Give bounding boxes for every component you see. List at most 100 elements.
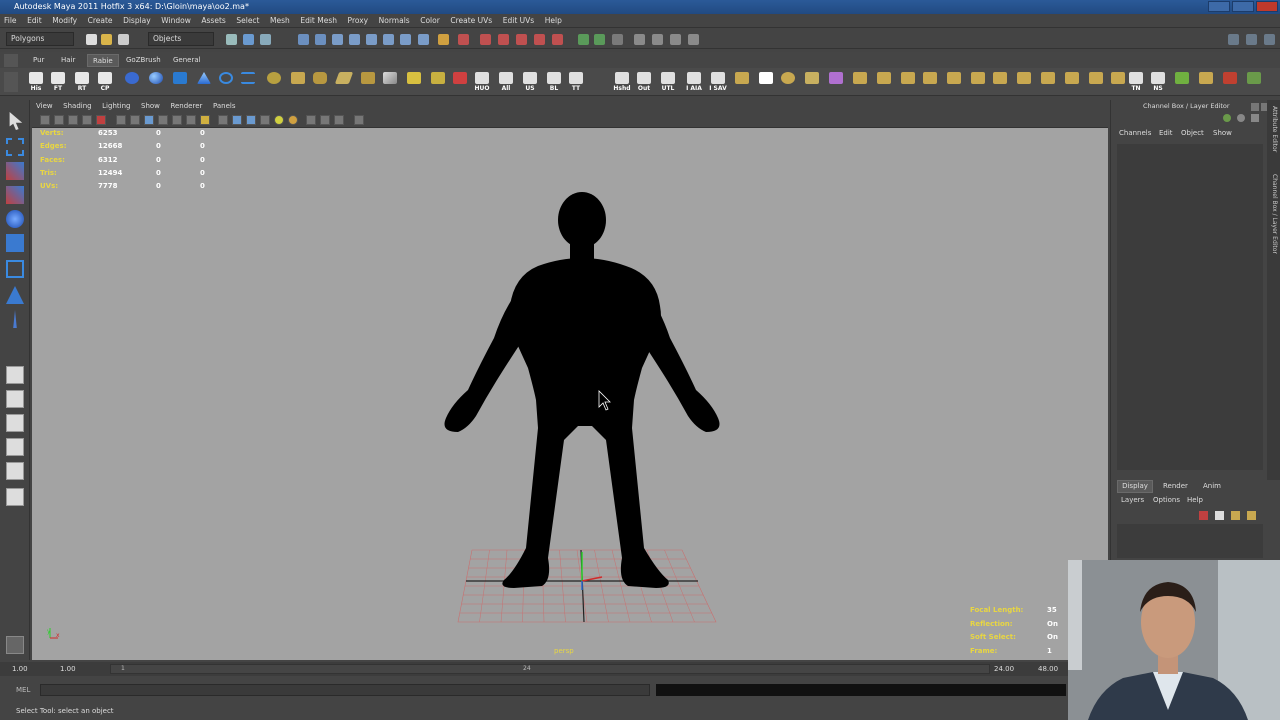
menu-window[interactable]: Window xyxy=(157,14,195,28)
isolate-select-icon[interactable] xyxy=(334,115,344,125)
bookmarks-icon[interactable] xyxy=(68,115,78,125)
range-slider-bar[interactable]: 1 24 xyxy=(110,664,990,674)
render-settings-icon[interactable] xyxy=(670,34,681,45)
shelf-his-button[interactable]: His xyxy=(26,71,46,93)
shelf-cube2-button[interactable] xyxy=(850,71,870,93)
shelf-options-icon[interactable] xyxy=(4,72,18,92)
persp-outliner-graph-layout-icon[interactable] xyxy=(6,488,24,506)
soft-mod-tool-icon[interactable] xyxy=(6,286,24,304)
select-handles-icon[interactable] xyxy=(298,34,309,45)
toggle-tool-settings-icon[interactable] xyxy=(1264,34,1275,45)
select-tool-icon[interactable] xyxy=(9,112,23,130)
shelf-red-button[interactable] xyxy=(1220,71,1240,93)
shelf-sphere-button[interactable] xyxy=(146,71,166,93)
lasso-tool-icon[interactable] xyxy=(6,138,24,156)
shelf-huo-button[interactable]: HUO xyxy=(472,71,492,93)
shelf-hshd-button[interactable]: Hshd xyxy=(612,71,632,93)
shelf-tab-hair[interactable]: Hair xyxy=(56,54,80,67)
snap-curve-icon[interactable] xyxy=(498,34,509,45)
shelf-poly-plane-button[interactable] xyxy=(334,71,354,93)
shelf-mirror-button[interactable] xyxy=(756,71,776,93)
safe-action-icon[interactable] xyxy=(186,115,196,125)
save-scene-icon[interactable] xyxy=(118,34,129,45)
shelf-smooth-button[interactable] xyxy=(778,71,798,93)
shelf-poly-cylinder-button[interactable] xyxy=(310,71,330,93)
move-tool-icon[interactable] xyxy=(6,186,24,204)
minimize-button[interactable] xyxy=(1208,1,1230,12)
select-deformers-icon[interactable] xyxy=(366,34,377,45)
panel-menu-renderer[interactable]: Renderer xyxy=(166,100,206,112)
shelf-cp-button[interactable]: CP xyxy=(95,71,115,93)
shelf-paint-button[interactable] xyxy=(380,71,400,93)
shelf-light-button[interactable] xyxy=(826,71,846,93)
snap-point-icon[interactable] xyxy=(516,34,527,45)
panel-menu-view[interactable]: View xyxy=(32,100,57,112)
shelf-isav-button[interactable]: I SAV xyxy=(708,71,728,93)
scale-tool-icon[interactable] xyxy=(6,234,24,252)
menu-edit-uvs[interactable]: Edit UVs xyxy=(499,14,538,28)
hierarchy-mode-icon[interactable] xyxy=(226,34,237,45)
shelf-poly-pipe-button[interactable] xyxy=(358,71,378,93)
use-all-lights-icon[interactable] xyxy=(274,115,284,125)
show-manipulator-icon[interactable] xyxy=(13,310,17,328)
shelf-utl-button[interactable]: UTL xyxy=(658,71,678,93)
channelbox-menu-object[interactable]: Object xyxy=(1181,129,1204,137)
shelf-tab-rabie[interactable]: Rabie xyxy=(87,54,119,67)
rotate-tool-icon[interactable] xyxy=(6,210,24,228)
shelf-wedge-button[interactable] xyxy=(898,71,918,93)
shelf-us-button[interactable]: US xyxy=(520,71,540,93)
shelf-append-button[interactable] xyxy=(920,71,940,93)
xray-joints-icon[interactable] xyxy=(320,115,330,125)
menu-color[interactable]: Color xyxy=(416,14,444,28)
shelf-particles-button[interactable] xyxy=(122,71,142,93)
new-layer-selected-icon[interactable] xyxy=(1215,511,1224,520)
shelf-orange-button[interactable] xyxy=(1196,71,1216,93)
select-dynamics-icon[interactable] xyxy=(383,34,394,45)
smooth-shade-icon[interactable] xyxy=(232,115,242,125)
wireframe-on-shaded-icon[interactable] xyxy=(246,115,256,125)
gate-mask-icon[interactable] xyxy=(158,115,168,125)
shelf-menu-icon[interactable] xyxy=(4,54,18,67)
layer-menu-help[interactable]: Help xyxy=(1187,496,1203,504)
snap-view-plane-icon[interactable] xyxy=(534,34,545,45)
shelf-rt-button[interactable]: RT xyxy=(72,71,92,93)
shelf-poly-sphere-button[interactable] xyxy=(264,71,284,93)
single-perspective-layout-icon[interactable] xyxy=(6,366,24,384)
persp-hypershade-layout-icon[interactable] xyxy=(6,462,24,480)
move-layer-down-icon[interactable] xyxy=(1247,511,1256,520)
ipr-render-icon[interactable] xyxy=(652,34,663,45)
channelbox-menu-show[interactable]: Show xyxy=(1213,129,1232,137)
layer-tab-render[interactable]: Render xyxy=(1163,482,1188,490)
snap-grid-icon[interactable] xyxy=(480,34,491,45)
object-mode-icon[interactable] xyxy=(243,34,254,45)
panel-menu-show[interactable]: Show xyxy=(137,100,164,112)
panel-menu-panels[interactable]: Panels xyxy=(209,100,240,112)
high-quality-icon[interactable] xyxy=(354,115,364,125)
select-misc-icon[interactable] xyxy=(418,34,429,45)
new-layer-icon[interactable] xyxy=(1199,511,1208,520)
paint-select-tool-icon[interactable] xyxy=(6,162,24,180)
image-plane-icon[interactable] xyxy=(82,115,92,125)
shelf-mesh-button[interactable] xyxy=(1244,71,1264,93)
shelf-all-button[interactable]: All xyxy=(496,71,516,93)
shelf-bl-button[interactable]: BL xyxy=(544,71,564,93)
new-scene-icon[interactable] xyxy=(86,34,97,45)
highlight-selection-icon[interactable] xyxy=(458,34,469,45)
maximize-button[interactable] xyxy=(1232,1,1254,12)
shelf-quadrangulate-button[interactable] xyxy=(1086,71,1106,93)
persp-graph-layout-icon[interactable] xyxy=(6,438,24,456)
shelf-tab-pur[interactable]: Pur xyxy=(28,54,49,67)
menu-create[interactable]: Create xyxy=(84,14,117,28)
perspective-viewport[interactable]: Verts: 6253 0 0 Edges: 12668 0 0 Faces: 6312 0 0 Tri… xyxy=(32,128,1108,660)
layer-tab-anim[interactable]: Anim xyxy=(1203,482,1221,490)
field-chart-icon[interactable] xyxy=(172,115,182,125)
shelf-ft-button[interactable]: FT xyxy=(48,71,68,93)
layer-tab-display[interactable]: Display xyxy=(1117,480,1153,493)
command-input[interactable] xyxy=(40,684,650,696)
close-button[interactable] xyxy=(1256,1,1278,12)
menu-select[interactable]: Select xyxy=(232,14,263,28)
playback-end-field[interactable]: 24.00 xyxy=(994,665,1014,673)
persp-outliner-layout-icon[interactable] xyxy=(6,414,24,432)
camera-attributes-icon[interactable] xyxy=(54,115,64,125)
output-ops-icon[interactable] xyxy=(594,34,605,45)
